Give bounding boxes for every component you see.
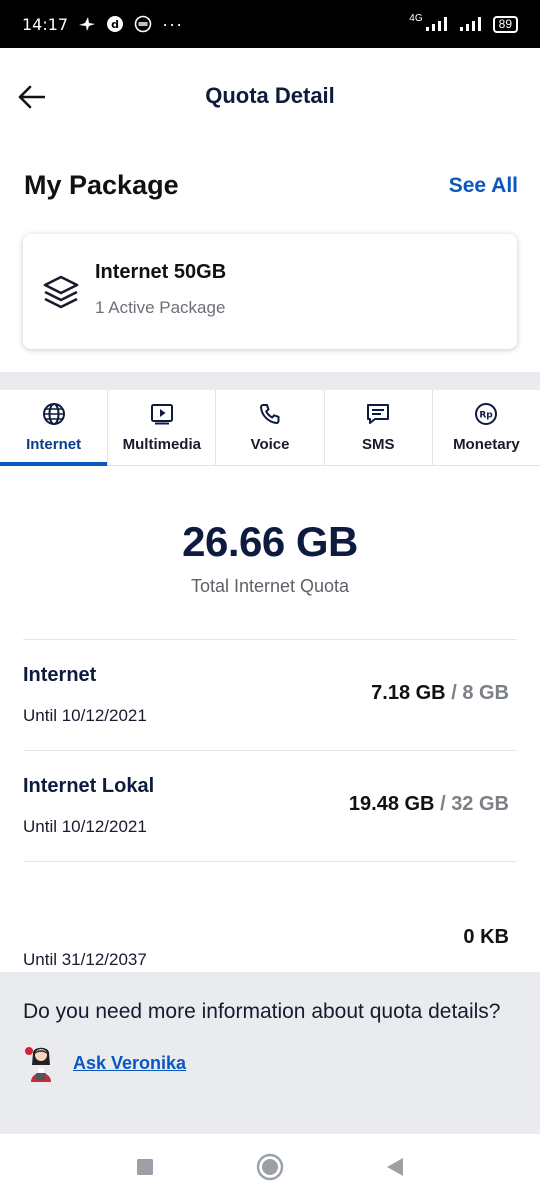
quota-row-internet-lokal: Internet Lokal Until 10/12/2021 19.48 GB…	[23, 750, 517, 861]
tab-internet[interactable]: Internet	[0, 390, 109, 466]
back-button[interactable]	[14, 80, 48, 114]
see-all-link[interactable]: See All	[449, 174, 518, 198]
battery-indicator: 89	[492, 15, 518, 33]
help-section: Do you need more information about quota…	[0, 972, 540, 1134]
veronika-avatar-icon	[23, 1043, 59, 1083]
triangle-back-icon	[387, 1158, 403, 1176]
system-navigation-bar	[0, 1134, 540, 1200]
help-text: Do you need more information about quota…	[23, 1000, 501, 1023]
message-icon	[366, 402, 390, 426]
d-app-icon: d	[106, 15, 124, 33]
phone-icon	[258, 402, 282, 426]
arrow-left-icon	[18, 85, 45, 109]
bird-icon	[78, 16, 96, 32]
status-right: 4G 89	[409, 12, 518, 33]
quota-remaining: 19.48 GB	[348, 793, 435, 815]
quota-name: Internet Lokal	[23, 775, 155, 797]
recents-button[interactable]	[136, 1158, 154, 1176]
ask-veronika-link[interactable]: Ask Veronika	[73, 1053, 186, 1074]
quota-total: 8 GB	[462, 682, 509, 704]
circle-icon	[256, 1153, 284, 1181]
package-card[interactable]: Internet 50GB 1 Active Package	[23, 234, 517, 349]
tab-label: Multimedia	[122, 436, 201, 453]
tab-label: SMS	[361, 436, 395, 453]
tab-label: Monetary	[453, 436, 520, 453]
quota-remaining: 0 KB	[463, 926, 509, 948]
quota-total: 32 GB	[451, 793, 509, 815]
quota-row-internet: Internet Until 10/12/2021 7.18 GB / 8 GB	[23, 639, 517, 750]
page-title: Quota Detail	[205, 83, 335, 108]
status-left: 14:17 d ···	[22, 14, 183, 35]
signal-2-icon	[459, 16, 485, 32]
quota-list: Internet Until 10/12/2021 7.18 GB / 8 GB…	[23, 639, 517, 972]
my-package-title: My Package	[24, 170, 179, 200]
quota-expiry: Until 10/12/2021	[23, 817, 147, 836]
package-card-text: Internet 50GB 1 Active Package	[95, 261, 226, 318]
back-nav-button[interactable]	[386, 1157, 404, 1177]
quota-separator: /	[451, 682, 457, 704]
play-icon	[150, 402, 174, 426]
square-icon	[137, 1159, 153, 1175]
globe-icon	[42, 402, 66, 426]
total-quota-value: 26.66 GB	[182, 518, 358, 565]
more-notifications: ···	[162, 13, 184, 34]
tab-voice[interactable]: Voice	[216, 390, 325, 465]
tab-label: Internet	[26, 436, 82, 453]
quota-detail-screen: 14:17 d ··· 4G 89 Quota Detail My Packag…	[0, 0, 540, 1200]
tab-label: Voice	[250, 436, 290, 453]
quota-remaining: 7.18 GB	[371, 682, 446, 704]
total-quota: 26.66 GB Total Internet Quota	[0, 518, 540, 597]
svg-text:d: d	[111, 18, 119, 31]
quota-amount: 0 KB	[463, 926, 509, 949]
status-bar: 14:17 d ··· 4G 89	[0, 0, 540, 48]
status-time: 14:17	[22, 14, 69, 34]
svg-text:Rp: Rp	[480, 411, 494, 421]
quota-separator: /	[440, 793, 446, 815]
tab-multimedia[interactable]: Multimedia	[108, 390, 217, 465]
rupiah-icon: Rp	[474, 402, 498, 426]
tab-sms[interactable]: SMS	[325, 390, 433, 465]
quota-row-unnamed: Until 31/12/2037 0 KB	[23, 861, 517, 972]
quota-expiry: Until 10/12/2021	[23, 706, 147, 725]
layers-icon	[41, 272, 81, 312]
my-package-header: My Package See All	[24, 170, 518, 201]
ask-veronika-row: Ask Veronika	[23, 1043, 517, 1083]
tab-monetary[interactable]: Rp Monetary	[433, 390, 540, 465]
network-type: 4G	[409, 12, 423, 24]
quota-amount: 7.18 GB / 8 GB	[371, 682, 509, 705]
section-divider	[0, 372, 540, 390]
package-name: Internet 50GB	[95, 261, 227, 283]
quota-expiry: Until 31/12/2037	[23, 950, 147, 969]
sync-icon	[134, 15, 152, 33]
signal-icon	[425, 16, 451, 32]
quota-amount: 19.48 GB / 32 GB	[349, 793, 509, 816]
home-button[interactable]	[256, 1153, 284, 1181]
app-header: Quota Detail	[0, 48, 540, 144]
total-quota-label: Total Internet Quota	[190, 576, 350, 596]
quota-name: Internet	[23, 664, 97, 686]
package-subtitle: 1 Active Package	[95, 298, 226, 317]
quota-tabs: Internet Multimedia Voice SMS Rp Monetar…	[0, 390, 540, 466]
